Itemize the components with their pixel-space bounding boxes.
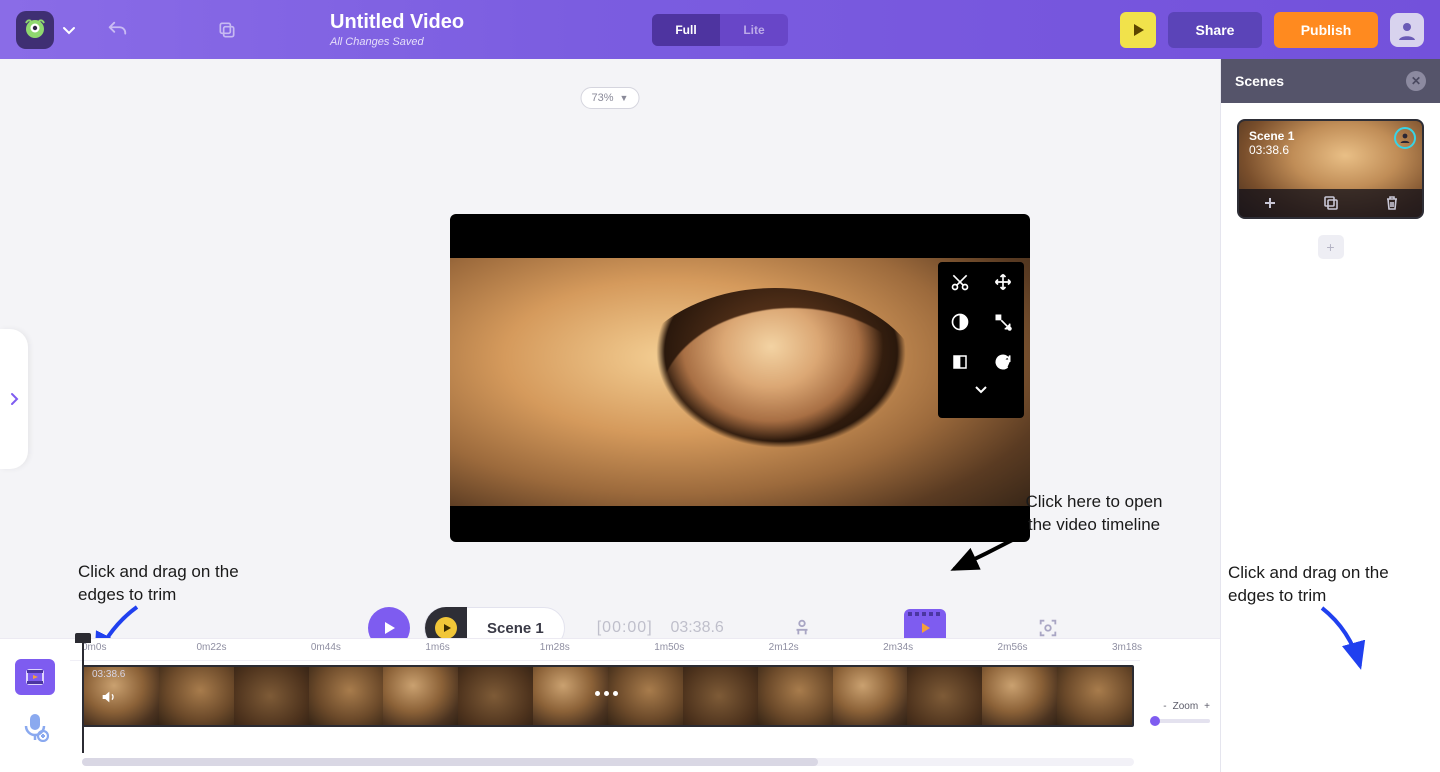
timeline-ruler[interactable]: 0m0s 0m22s 0m44s 1m6s 1m28s 1m50s 2m12s 2m34s 2m… — [70, 639, 1140, 661]
flip-icon[interactable] — [991, 310, 1015, 334]
timeline-clip[interactable] — [82, 665, 1134, 727]
rotate-icon[interactable] — [991, 350, 1015, 374]
scene-card-name: Scene 1 — [1249, 129, 1294, 143]
mode-toggle: Full Lite — [652, 14, 788, 46]
user-avatar[interactable] — [1390, 13, 1424, 47]
undo-button[interactable] — [94, 11, 140, 49]
mode-lite[interactable]: Lite — [720, 14, 788, 46]
move-icon[interactable] — [991, 270, 1015, 294]
copy-button[interactable] — [204, 11, 250, 49]
logo-menu-chevron[interactable] — [58, 11, 80, 49]
chevron-down-icon: ▼ — [620, 93, 629, 103]
clip-audio-icon[interactable] — [96, 685, 120, 709]
contrast-icon[interactable] — [948, 310, 972, 334]
annotation-trim-right: Click and drag on the edges to trim — [1228, 562, 1398, 608]
left-panel-expand[interactable] — [0, 329, 28, 469]
mask-icon[interactable] — [948, 350, 972, 374]
app-logo[interactable] — [16, 11, 54, 49]
total-time: 03:38.6 — [670, 619, 723, 636]
zoom-minus[interactable]: - — [1163, 701, 1166, 712]
close-scenes-panel[interactable]: ✕ — [1406, 71, 1426, 91]
ruler-tick: 1m50s — [654, 642, 684, 653]
zoom-label: Zoom — [1173, 701, 1199, 712]
playhead[interactable] — [82, 635, 84, 753]
publish-button[interactable]: Publish — [1274, 12, 1378, 48]
video-element-toolbar — [938, 262, 1024, 418]
ruler-tick: 1m6s — [425, 642, 449, 653]
scene-card[interactable]: Scene 1 03:38.6 — [1237, 119, 1424, 219]
scene-card-duration: 03:38.6 — [1249, 143, 1294, 157]
video-preview[interactable]: + — [450, 214, 1030, 542]
ruler-tick: 1m28s — [540, 642, 570, 653]
toolbar-expand-chevron[interactable] — [974, 384, 988, 398]
preview-play-button[interactable] — [1120, 12, 1156, 48]
zoom-level-value: 73% — [592, 92, 614, 104]
ruler-tick: 0m22s — [196, 642, 226, 653]
cut-icon[interactable] — [948, 270, 972, 294]
scene-owner-badge — [1394, 127, 1416, 149]
annotation-trim-left: Click and drag on the edges to trim — [78, 561, 248, 607]
mode-full[interactable]: Full — [652, 14, 720, 46]
ruler-tick: 2m34s — [883, 642, 913, 653]
timeline-zoom-slider[interactable] — [1150, 719, 1210, 723]
zoom-level-chip[interactable]: 73% ▼ — [581, 87, 640, 109]
ruler-tick: 0m0s — [82, 642, 106, 653]
ruler-tick: 2m12s — [769, 642, 799, 653]
ruler-tick: 2m56s — [998, 642, 1028, 653]
timeline-voice-track-button[interactable] — [15, 709, 55, 745]
timeline-video-track-button[interactable] — [15, 659, 55, 695]
scene-delete-icon[interactable] — [1382, 193, 1402, 213]
scene-add-icon[interactable] — [1260, 193, 1280, 213]
clip-duration-label: 03:38.6 — [92, 669, 125, 680]
timeline-zoom-control: - Zoom + — [1163, 701, 1210, 712]
scenes-panel-title: Scenes — [1235, 73, 1284, 89]
scene-duplicate-icon[interactable] — [1321, 193, 1341, 213]
add-scene-button[interactable]: + — [1318, 235, 1344, 259]
ruler-tick: 0m44s — [311, 642, 341, 653]
save-status: All Changes Saved — [330, 36, 464, 48]
share-button[interactable]: Share — [1168, 12, 1262, 48]
annotation-open-timeline: Click here to open the video timeline — [1024, 491, 1164, 537]
current-scene-label: Scene 1 — [467, 620, 564, 637]
zoom-plus[interactable]: + — [1204, 701, 1210, 712]
timeline-scrollbar[interactable] — [82, 758, 1134, 766]
ruler-tick: 3m18s — [1112, 642, 1142, 653]
elapsed-time: [00:00] — [597, 619, 653, 636]
video-title[interactable]: Untitled Video — [330, 11, 464, 34]
